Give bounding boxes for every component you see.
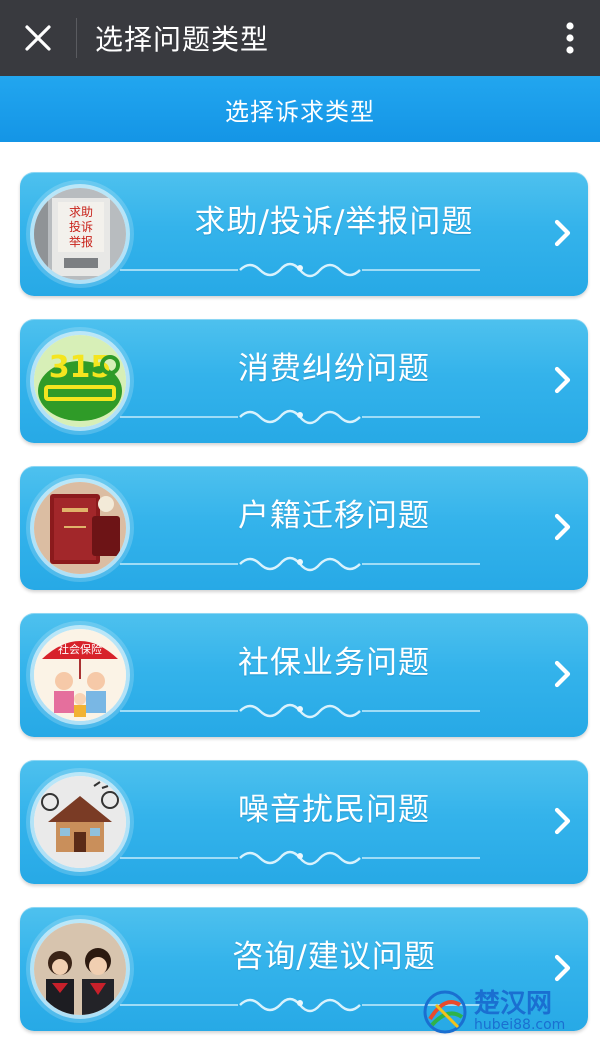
close-button[interactable] [0, 0, 76, 76]
chevron-right-icon [554, 807, 571, 835]
noise-house-icon [34, 776, 126, 868]
ornament-divider [120, 409, 480, 425]
more-options-button[interactable] [540, 0, 600, 76]
category-list: 求助 投诉 举报 求助/投诉/举报问题 315 消费纠纷问题 户籍迁移问题 社会… [0, 142, 600, 1041]
site-watermark: 楚汉网 hubei88.com [422, 989, 592, 1035]
top-navigation-bar: 选择问题类型 [0, 0, 600, 76]
category-item-social-insurance[interactable]: 社会保险 社保业务问题 [20, 613, 588, 737]
icon-insurance-text: 社会保险 [58, 642, 102, 656]
icon-text-line3: 举报 [69, 234, 93, 249]
section-header: 选择诉求类型 [0, 76, 600, 142]
category-item-household-migration[interactable]: 户籍迁移问题 [20, 466, 588, 590]
category-label: 噪音扰民问题 [238, 792, 430, 828]
consulting-people-icon [34, 923, 126, 1015]
chevron-right-icon [554, 660, 571, 688]
watermark-logo-icon [423, 990, 467, 1034]
consumer-315-icon: 315 [34, 335, 126, 427]
ornament-divider [120, 850, 480, 866]
chevron-right-icon [554, 513, 571, 541]
chevron-right-icon [554, 954, 571, 982]
icon-text-line2: 投诉 [69, 219, 93, 234]
category-label: 社保业务问题 [238, 645, 430, 681]
category-label: 求助/投诉/举报问题 [194, 204, 474, 240]
icon-text-line1: 求助 [69, 205, 93, 219]
ornament-divider [120, 703, 480, 719]
close-icon [25, 25, 51, 51]
watermark-subtitle: hubei88.com [474, 1017, 566, 1033]
category-item-noise-disturbance[interactable]: 噪音扰民问题 [20, 760, 588, 884]
ornament-divider [120, 262, 480, 278]
watermark-title: 楚汉网 [474, 989, 553, 1019]
more-vertical-icon [566, 22, 574, 54]
social-insurance-icon: 社会保险 [34, 629, 126, 721]
section-header-title: 选择诉求类型 [225, 97, 375, 126]
ornament-divider [120, 556, 480, 572]
category-label: 户籍迁移问题 [238, 498, 430, 534]
page-title: 选择问题类型 [95, 23, 270, 56]
household-register-icon [34, 482, 126, 574]
topbar-divider [76, 18, 77, 58]
category-label: 消费纠纷问题 [238, 351, 430, 387]
help-complaint-report-icon: 求助 投诉 举报 [34, 188, 126, 280]
chevron-right-icon [554, 219, 571, 247]
chevron-right-icon [554, 366, 571, 394]
category-item-consumer-dispute[interactable]: 315 消费纠纷问题 [20, 319, 588, 443]
category-label: 咨询/建议问题 [232, 939, 436, 975]
category-item-help-complaint-report[interactable]: 求助 投诉 举报 求助/投诉/举报问题 [20, 172, 588, 296]
